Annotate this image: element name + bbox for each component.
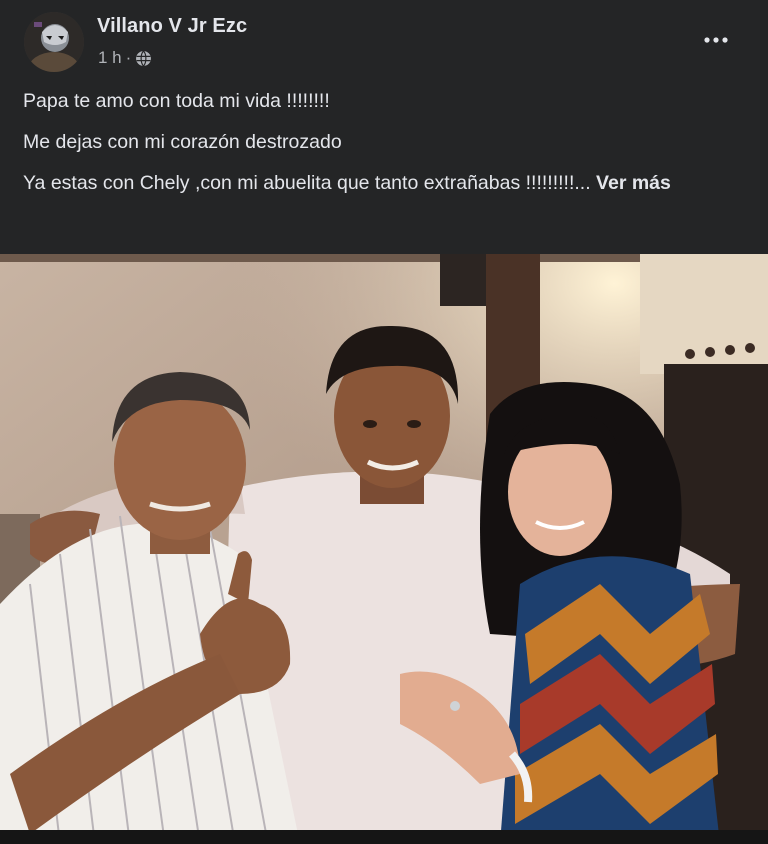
post-line-1: Papa te amo con toda mi vida !!!!!!!! [23, 90, 330, 112]
post-header: Villano V Jr Ezc 1 h · [0, 0, 768, 80]
see-more-link[interactable]: Ver más [596, 172, 671, 194]
author-avatar[interactable] [24, 12, 84, 72]
post-text: Papa te amo con toda mi vida !!!!!!!! Me… [23, 88, 743, 211]
globe-icon[interactable] [135, 50, 152, 67]
meta-separator: · [125, 48, 132, 67]
more-options-icon [704, 37, 728, 43]
post-meta: 1 h · [98, 48, 152, 68]
avatar-image [24, 12, 84, 72]
photo-image [0, 254, 768, 844]
post-photo[interactable] [0, 254, 768, 844]
post-line-3: Ya estas con Chely ,con mi abuelita que … [23, 170, 743, 196]
post-line-3-text: Ya estas con Chely ,con mi abuelita que … [23, 172, 591, 194]
more-options-button[interactable] [698, 22, 734, 58]
facebook-post: Villano V Jr Ezc 1 h · Papa te amo con t… [0, 0, 768, 844]
post-line-2: Me dejas con mi corazón destrozado [23, 131, 342, 153]
post-timestamp[interactable]: 1 h [98, 48, 122, 68]
author-name[interactable]: Villano V Jr Ezc [97, 15, 247, 38]
